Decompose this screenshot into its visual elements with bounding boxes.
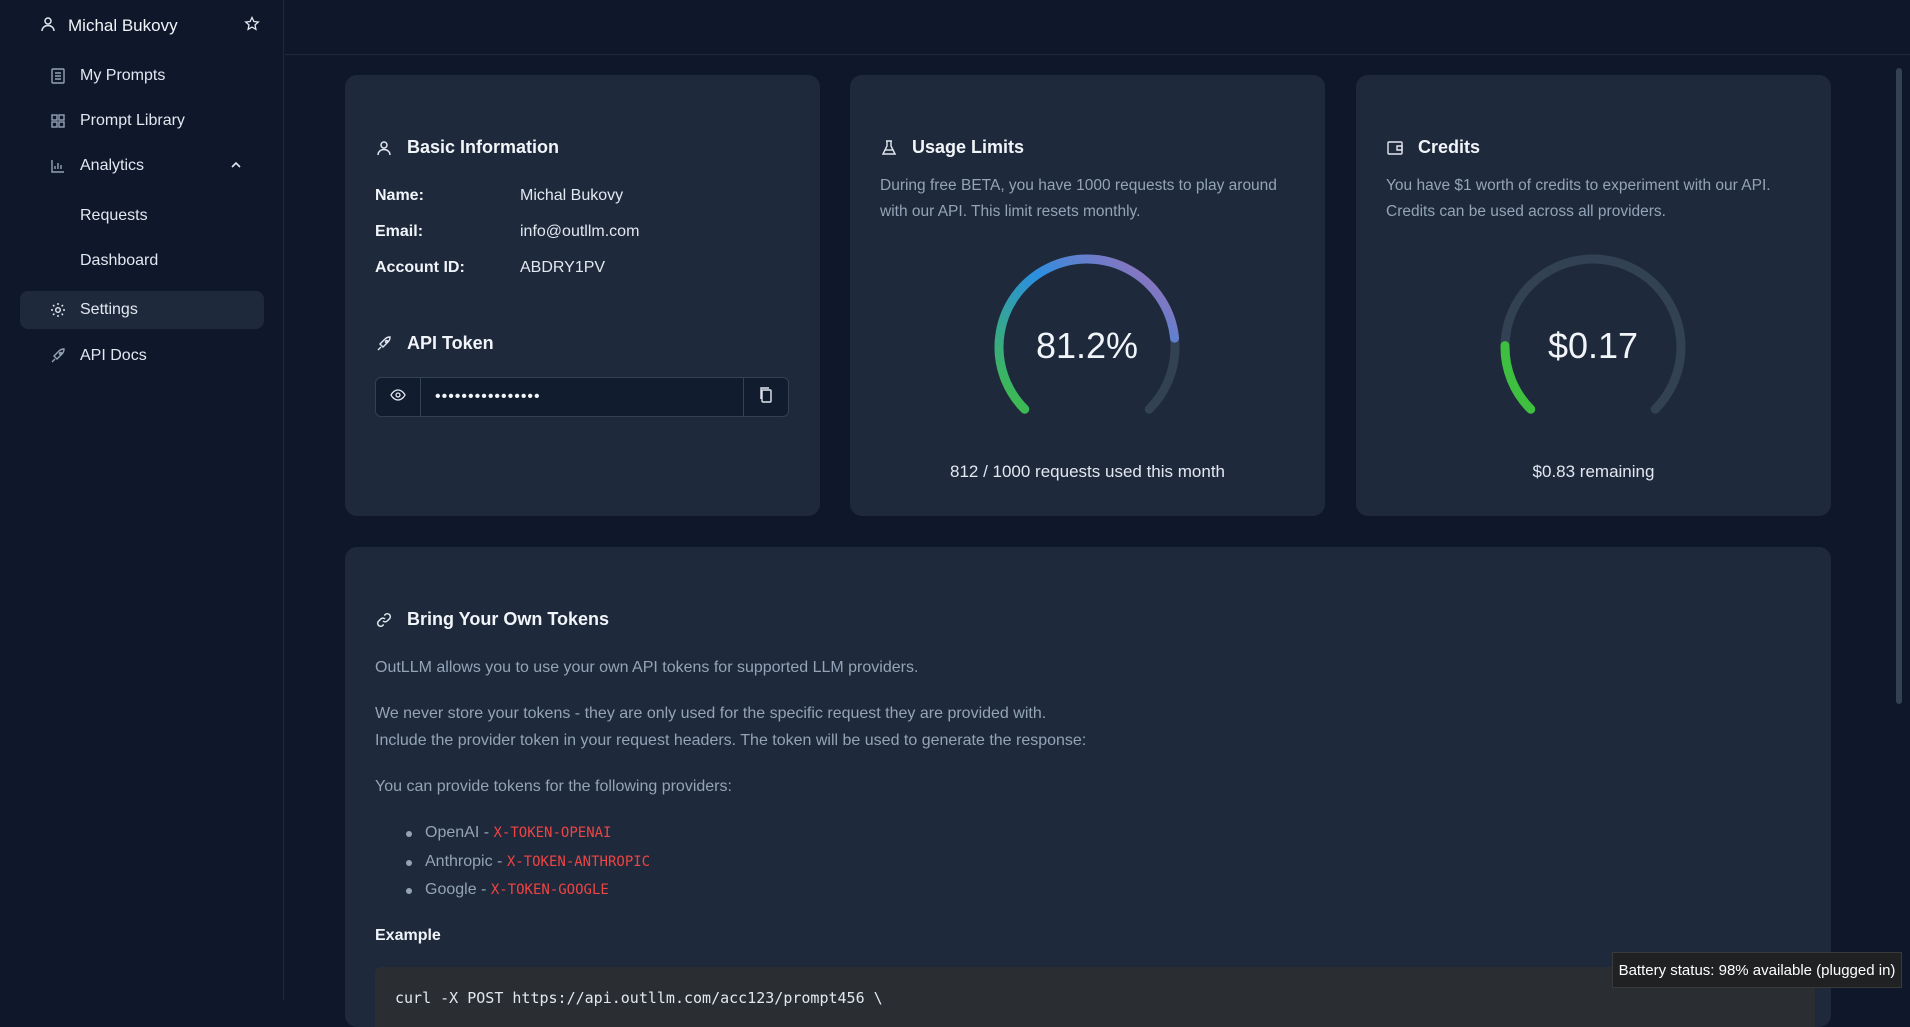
name-label: Name: bbox=[375, 187, 424, 204]
usage-percent: 81.2% bbox=[1035, 325, 1139, 366]
show-token-button[interactable] bbox=[376, 378, 421, 416]
card-title-text: API Token bbox=[407, 333, 494, 353]
byot-paragraph-4: You can provide tokens for the following… bbox=[375, 778, 732, 795]
example-label: Example bbox=[375, 927, 441, 944]
usage-description: During free BETA, you have 1000 requests… bbox=[880, 177, 1277, 220]
email-label: Email: bbox=[375, 223, 424, 240]
user-menu[interactable]: Michal Bukovy bbox=[40, 14, 260, 38]
card-title-text: Credits bbox=[1418, 137, 1481, 157]
provider-name: OpenAI - bbox=[425, 824, 494, 841]
name-value: Michal Bukovy bbox=[520, 187, 624, 204]
sidebar-item-label: Analytics bbox=[80, 157, 145, 174]
api-token-input[interactable]: •••••••••••••••• bbox=[421, 378, 743, 416]
list-item: Anthropic - X-TOKEN-ANTHROPIC bbox=[405, 848, 651, 877]
star-icon[interactable] bbox=[244, 15, 260, 37]
bar-chart-icon bbox=[50, 158, 66, 174]
basic-info-title: Basic Information bbox=[375, 137, 559, 158]
sidebar-item-settings[interactable]: Settings bbox=[20, 291, 264, 329]
sidebar-item-label: Prompt Library bbox=[80, 112, 185, 129]
basic-info-card: Basic Information Name: Michal Bukovy Em… bbox=[345, 75, 820, 516]
api-token-title: API Token bbox=[375, 333, 494, 354]
sidebar-item-label: Dashboard bbox=[80, 252, 159, 269]
provider-list: OpenAI - X-TOKEN-OPENAI Anthropic - X-TO… bbox=[405, 819, 651, 905]
sidebar-item-api-docs[interactable]: API Docs bbox=[20, 337, 264, 375]
byot-card: Bring Your Own Tokens OutLLM allows you … bbox=[345, 547, 1831, 1027]
credits-card: Credits You have $1 worth of credits to … bbox=[1356, 75, 1831, 516]
byot-paragraph-3: Include the provider token in your reque… bbox=[375, 732, 1087, 749]
card-title-text: Basic Information bbox=[407, 137, 560, 157]
scrollbar-thumb[interactable] bbox=[1896, 68, 1902, 704]
sidebar: Michal Bukovy My Prompts Prompt Library … bbox=[0, 0, 284, 1000]
usage-footer: 812 / 1000 requests used this month bbox=[949, 462, 1225, 481]
sidebar-item-label: My Prompts bbox=[80, 67, 166, 84]
document-icon bbox=[50, 68, 66, 84]
list-item: Google - X-TOKEN-GOOGLE bbox=[405, 876, 650, 905]
user-icon bbox=[40, 16, 56, 37]
usage-limits-title: Usage Limits bbox=[880, 137, 1024, 158]
code-example: curl -X POST https://api.outllm.com/acc1… bbox=[375, 967, 1815, 1027]
copy-icon bbox=[759, 386, 773, 408]
email-value: info@outllm.com bbox=[520, 223, 640, 240]
link-icon bbox=[375, 611, 393, 629]
usage-limits-card: Usage Limits During free BETA, you have … bbox=[850, 75, 1325, 516]
sidebar-item-label: Settings bbox=[80, 301, 138, 318]
flask-icon bbox=[880, 139, 898, 157]
provider-header: X-TOKEN-ANTHROPIC bbox=[506, 853, 651, 870]
provider-header: X-TOKEN-GOOGLE bbox=[490, 882, 609, 898]
sidebar-item-label: API Docs bbox=[80, 347, 147, 364]
card-title-text: Usage Limits bbox=[912, 137, 1025, 157]
sidebar-item-prompt-library[interactable]: Prompt Library bbox=[20, 102, 264, 140]
provider-name: Anthropic - bbox=[425, 852, 507, 870]
rocket-icon bbox=[50, 348, 66, 364]
credits-description: You have $1 worth of credits to experime… bbox=[1386, 177, 1771, 220]
account-id-value: ABDRY1PV bbox=[520, 259, 606, 276]
sidebar-item-my-prompts[interactable]: My Prompts bbox=[20, 57, 264, 95]
chevron-up-icon[interactable] bbox=[230, 158, 242, 176]
top-bar bbox=[285, 0, 1910, 55]
api-token-field: •••••••••••••••• bbox=[375, 377, 789, 417]
byot-title: Bring Your Own Tokens bbox=[375, 609, 609, 630]
scrollbar[interactable] bbox=[1894, 56, 1904, 706]
credits-footer: $0.83 remaining bbox=[1532, 462, 1655, 481]
rocket-icon bbox=[375, 335, 393, 353]
sidebar-item-label: Requests bbox=[80, 207, 148, 224]
credits-title: Credits bbox=[1386, 137, 1480, 158]
credits-amount: $0.17 bbox=[1547, 325, 1639, 366]
account-id-label: Account ID: bbox=[375, 259, 465, 276]
sidebar-item-requests[interactable]: Requests bbox=[20, 197, 264, 235]
byot-paragraph-2: We never store your tokens - they are on… bbox=[375, 705, 1047, 722]
wallet-icon bbox=[1386, 139, 1404, 157]
sidebar-item-dashboard[interactable]: Dashboard bbox=[20, 242, 264, 280]
user-icon bbox=[375, 139, 393, 157]
sidebar-item-analytics[interactable]: Analytics bbox=[20, 147, 264, 185]
card-title-text: Bring Your Own Tokens bbox=[407, 609, 610, 629]
provider-name: Google - bbox=[425, 881, 491, 898]
copy-token-button[interactable] bbox=[743, 378, 788, 416]
user-name: Michal Bukovy bbox=[68, 16, 178, 35]
provider-header: X-TOKEN-OPENAI bbox=[493, 825, 612, 841]
eye-icon bbox=[390, 388, 406, 406]
gear-icon bbox=[50, 302, 66, 318]
byot-paragraph-1: OutLLM allows you to use your own API to… bbox=[375, 659, 919, 676]
grid-icon bbox=[50, 113, 66, 129]
battery-tooltip: Battery status: 98% available (plugged i… bbox=[1612, 952, 1902, 988]
list-item: OpenAI - X-TOKEN-OPENAI bbox=[405, 819, 650, 848]
